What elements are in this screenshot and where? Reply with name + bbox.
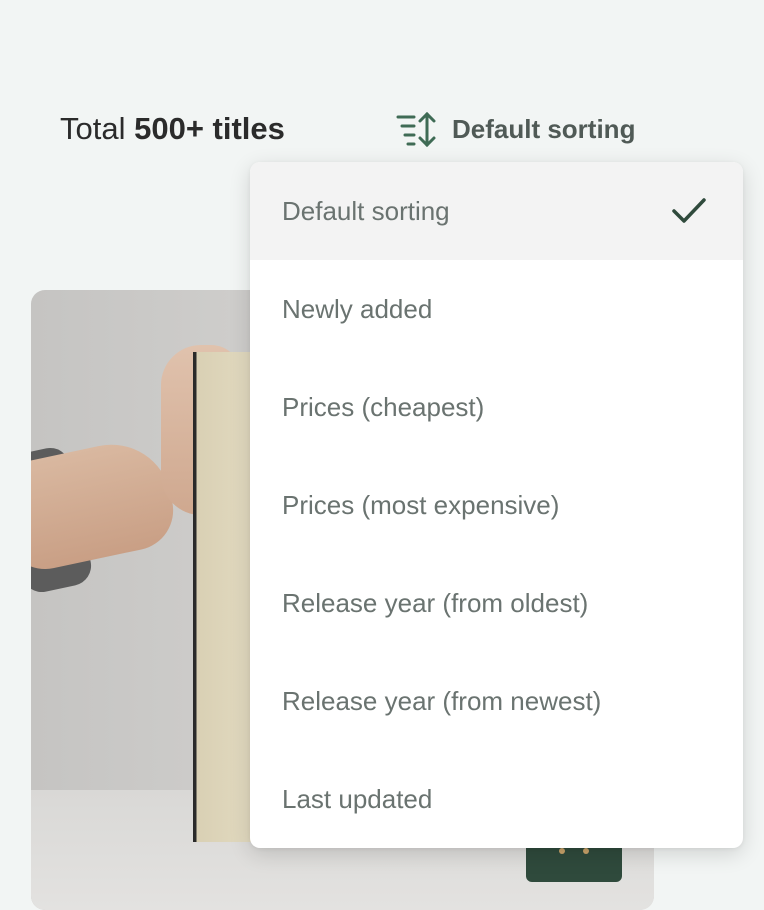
sort-current-label: Default sorting <box>452 113 636 144</box>
sort-option-release-newest[interactable]: Release year (from newest) <box>250 652 743 750</box>
sort-option-label: Prices (cheapest) <box>282 391 485 422</box>
sort-option-label: Release year (from oldest) <box>282 587 589 618</box>
sort-option-price-cheapest[interactable]: Prices (cheapest) <box>250 358 743 456</box>
sort-option-label: Newly added <box>282 293 433 324</box>
product-photo-book <box>193 352 253 842</box>
sort-option-label: Release year (from newest) <box>282 685 602 716</box>
sort-option-release-oldest[interactable]: Release year (from oldest) <box>250 554 743 652</box>
sort-option-label: Default sorting <box>282 195 450 226</box>
sort-option-label: Prices (most expensive) <box>282 489 560 520</box>
product-photo-arm <box>31 433 181 577</box>
sort-dropdown-trigger[interactable]: Default sorting <box>394 108 635 150</box>
sort-option-default[interactable]: Default sorting <box>250 162 743 260</box>
sort-option-label: Last updated <box>282 783 433 814</box>
sort-option-price-most-expensive[interactable]: Prices (most expensive) <box>250 456 743 554</box>
sort-option-last-updated[interactable]: Last updated <box>250 750 743 848</box>
total-count-value: 500+ titles <box>134 111 285 146</box>
sort-order-icon <box>394 109 440 149</box>
total-count: Total 500+ titles <box>60 110 285 148</box>
cart-icon-dot <box>559 848 565 854</box>
cart-icon-dot <box>583 848 589 854</box>
total-prefix: Total <box>60 111 126 146</box>
sort-menu: Default sorting Newly added Prices (chea… <box>250 162 743 848</box>
sort-option-newly-added[interactable]: Newly added <box>250 260 743 358</box>
checkmark-icon <box>671 196 707 226</box>
